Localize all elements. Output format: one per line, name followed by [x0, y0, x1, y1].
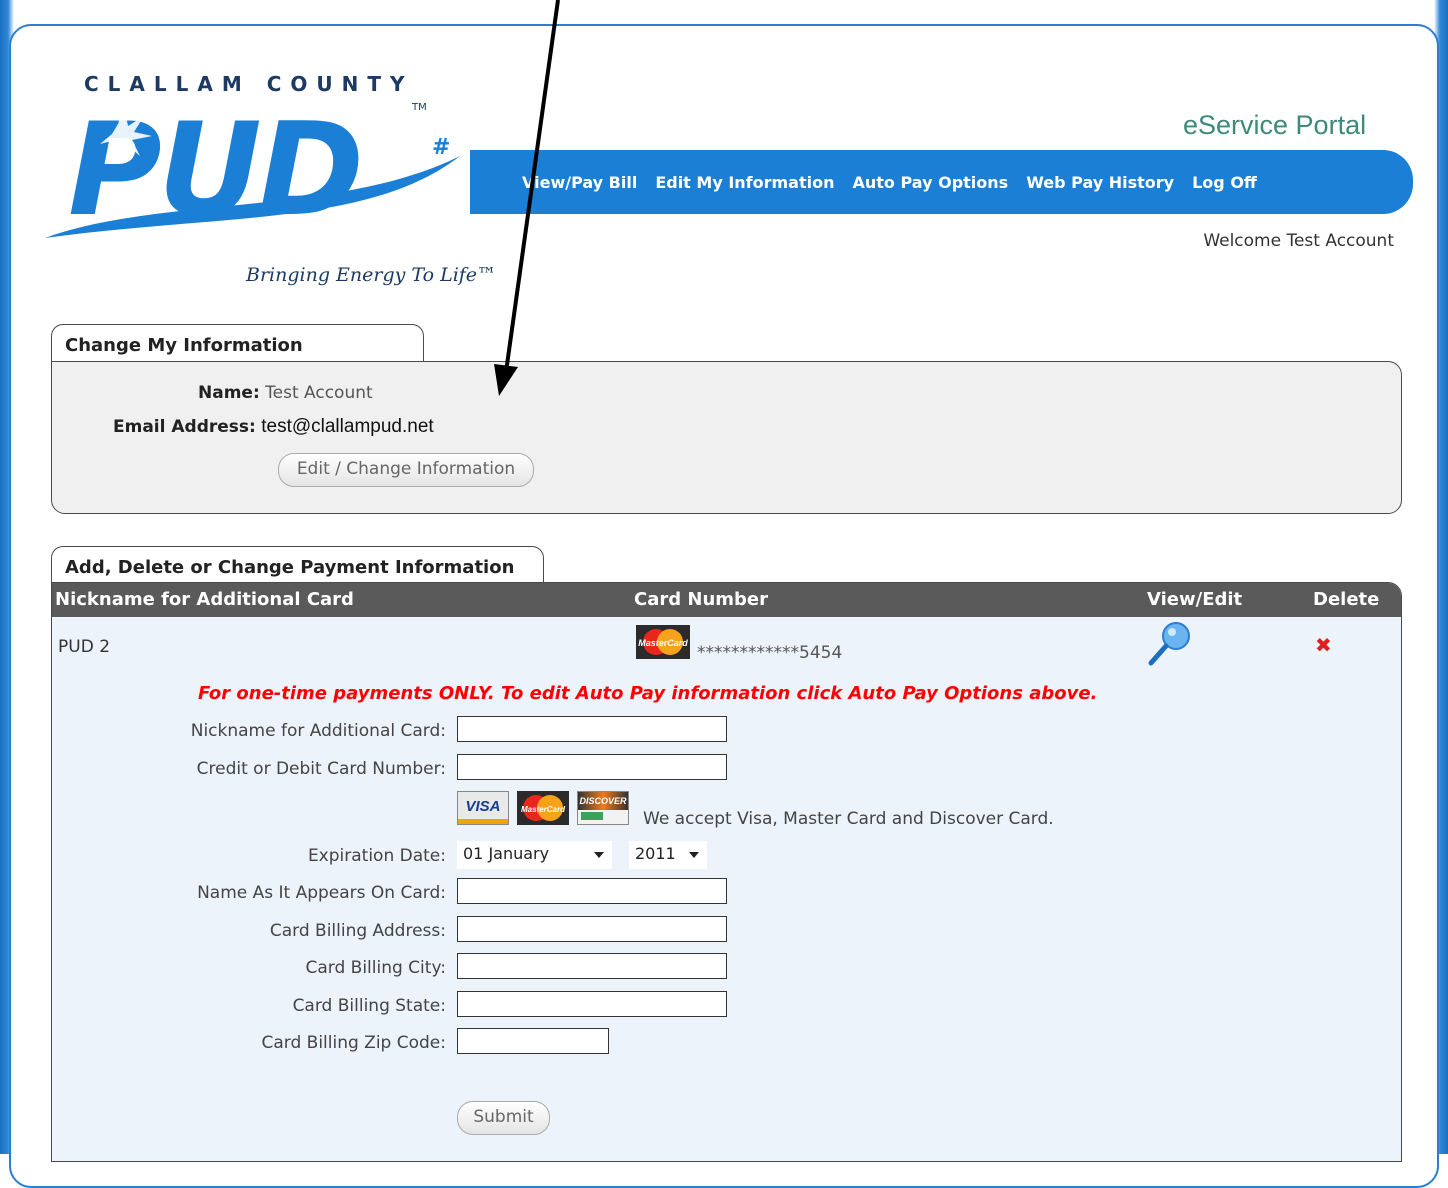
delete-x-icon[interactable]: ✖ — [1315, 633, 1332, 657]
nav-edit-my-information[interactable]: Edit My Information — [655, 173, 834, 192]
name-label: Name: — [198, 383, 260, 403]
submit-button[interactable]: Submit — [457, 1101, 550, 1135]
tab-payment-information: Add, Delete or Change Payment Informatio… — [51, 546, 544, 586]
main-navbar: View/Pay Bill Edit My Information Auto P… — [470, 150, 1413, 214]
portal-title: eService Portal — [1183, 110, 1367, 140]
email-value: test@clallampud.net — [261, 416, 434, 437]
one-time-payment-notice: For one-time payments ONLY. To edit Auto… — [198, 683, 1098, 704]
edit-change-information-button[interactable]: Edit / Change Information — [278, 453, 534, 487]
expiration-year-select[interactable]: 2011 — [629, 841, 707, 869]
column-header-nickname: Nickname for Additional Card — [55, 589, 354, 610]
mastercard-icon: MasterCard — [636, 625, 690, 659]
billing-city-label: Card Billing City: — [305, 958, 446, 978]
accepted-cards-text: We accept Visa, Master Card and Discover… — [643, 809, 1054, 829]
nickname-label: Nickname for Additional Card: — [190, 721, 446, 741]
discover-icon: DISCOVER — [577, 791, 629, 825]
column-header-delete: Delete — [1313, 589, 1380, 610]
card-number-label: Credit or Debit Card Number: — [196, 759, 446, 779]
row-card-number: ************5454 — [697, 643, 843, 663]
expiration-month-select[interactable]: 01 January — [457, 841, 612, 869]
expiration-label: Expiration Date: — [307, 846, 446, 866]
name-on-card-label: Name As It Appears On Card: — [197, 883, 446, 903]
svg-text:#: # — [432, 135, 450, 160]
card-number-input[interactable] — [457, 754, 727, 780]
billing-zip-input[interactable] — [457, 1028, 609, 1054]
billing-address-input[interactable] — [457, 916, 727, 942]
name-value: Test Account — [265, 383, 373, 403]
annotation-arrow — [494, 0, 560, 396]
magnifier-icon[interactable] — [1146, 621, 1194, 667]
logo-brand-text: PUD — [68, 96, 360, 245]
pud-logo: PUD # TM — [45, 96, 460, 245]
chevron-down-icon — [689, 852, 699, 858]
welcome-text: Welcome Test Account — [1203, 231, 1394, 251]
payment-panel: Nickname for Additional Card Card Number… — [51, 582, 1402, 1162]
svg-text:MasterCard: MasterCard — [521, 805, 566, 814]
nav-auto-pay-options[interactable]: Auto Pay Options — [853, 173, 1009, 192]
visa-icon: VISA — [457, 791, 509, 825]
billing-zip-label: Card Billing Zip Code: — [261, 1033, 446, 1053]
billing-address-label: Card Billing Address: — [269, 921, 446, 941]
billing-state-label: Card Billing State: — [292, 996, 446, 1016]
logo-county-text: CLALLAM COUNTY — [84, 72, 414, 96]
logo-tagline: Bringing Energy To Life™ — [246, 264, 497, 286]
row-nickname: PUD 2 — [58, 637, 111, 657]
info-panel: Name: Test Account Email Address: test@c… — [51, 361, 1402, 514]
nav-web-pay-history[interactable]: Web Pay History — [1026, 173, 1174, 192]
nickname-input[interactable] — [457, 716, 727, 742]
svg-text:MasterCard: MasterCard — [638, 638, 688, 648]
column-header-card-number: Card Number — [634, 589, 768, 610]
mastercard-accepted-icon: MasterCard — [517, 791, 569, 825]
name-on-card-input[interactable] — [457, 878, 727, 904]
email-label: Email Address: — [113, 417, 256, 437]
billing-state-input[interactable] — [457, 991, 727, 1017]
tab-change-my-information: Change My Information — [51, 324, 424, 364]
table-header: Nickname for Additional Card Card Number… — [52, 583, 1401, 617]
billing-city-input[interactable] — [457, 953, 727, 979]
column-header-view-edit: View/Edit — [1147, 589, 1243, 610]
svg-text:TM: TM — [411, 102, 427, 113]
chevron-down-icon — [594, 852, 604, 858]
nav-log-off[interactable]: Log Off — [1192, 173, 1257, 192]
